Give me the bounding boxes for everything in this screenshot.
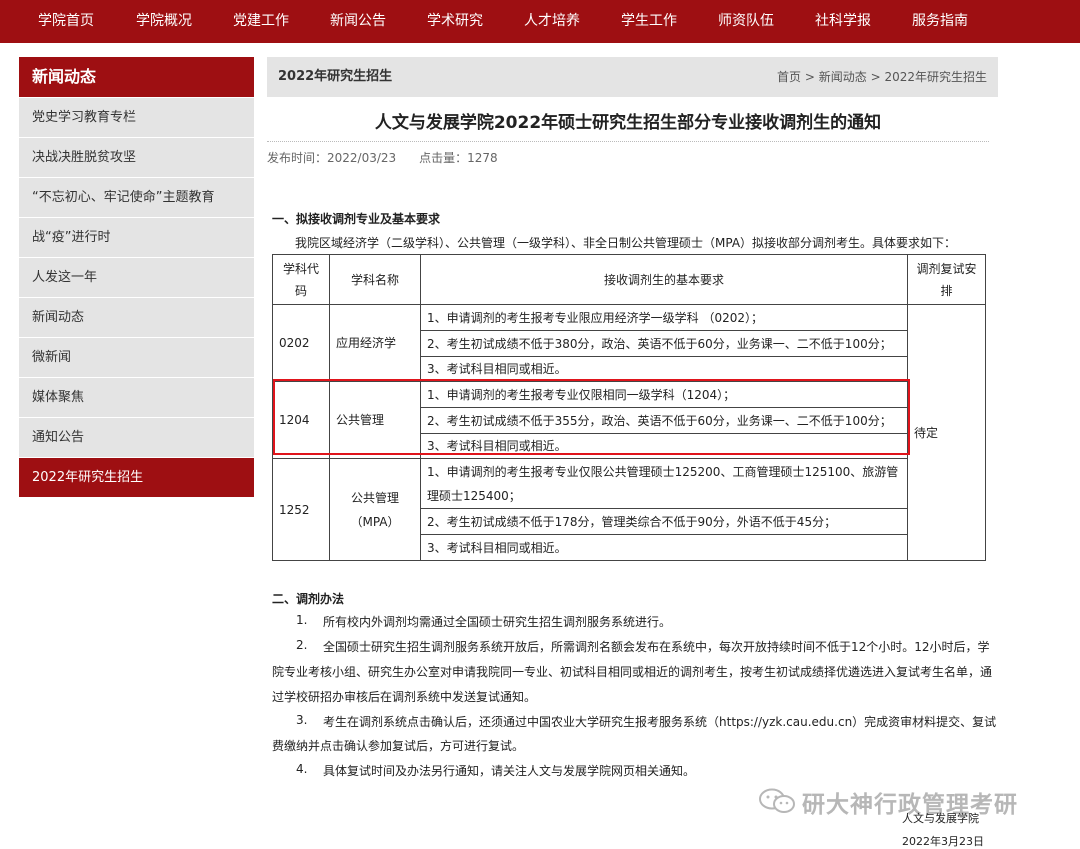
publish-label: 发布时间：: [267, 151, 328, 165]
item-number: 2.: [296, 638, 308, 652]
sidebar-item-poverty[interactable]: 决战决胜脱贫攻坚: [19, 137, 254, 177]
nav-overview[interactable]: 学院概况: [136, 0, 192, 43]
requirement: 1、申请调剂的考生报考专业仅限公共管理硕士125200、工商管理硕士125100…: [420, 458, 908, 509]
requirement: 2、考生初试成绩不低于178分，管理类综合不低于90分，外语不低于45分；: [420, 508, 908, 535]
top-nav: 学院首页 学院概况 党建工作 新闻公告 学术研究 人才培养 学生工作 师资队伍 …: [0, 0, 1080, 43]
item-number: 4.: [296, 762, 308, 776]
signature-date: 2022年3月23日: [902, 835, 984, 848]
requirement: 1、申请调剂的考生报考专业仅限相同一级学科（1204）；: [420, 381, 908, 408]
header-name: 学科名称: [329, 254, 421, 305]
wechat-icon: [759, 788, 795, 813]
sidebar-item-epidemic[interactable]: 战“疫”进行时: [19, 217, 254, 257]
sidebar-item-notices[interactable]: 通知公告: [19, 417, 254, 457]
nav-students[interactable]: 学生工作: [621, 0, 677, 43]
nav-training[interactable]: 人才培养: [524, 0, 580, 43]
requirement: 1、申请调剂的考生报考专业限应用经济学一级学科 （0202）；: [420, 304, 908, 331]
nav-faculty[interactable]: 师资队伍: [718, 0, 774, 43]
breadcrumb: 首页 > 新闻动态 > 2022年研究生招生: [777, 57, 987, 97]
table-row: 1204 公共管理 1、申请调剂的考生报考专业仅限相同一级学科（1204）；: [272, 381, 986, 459]
arrangement-value: 待定: [907, 304, 986, 561]
publish-date: 2022/03/23: [327, 151, 397, 165]
sidebar-heading: 新闻动态: [19, 57, 254, 97]
nav-news[interactable]: 新闻公告: [330, 0, 386, 43]
section-title: 2022年研究生招生: [278, 69, 393, 84]
header-arrangement: 调剂复试安排: [907, 254, 986, 305]
sidebar-item-year[interactable]: 人发这一年: [19, 257, 254, 297]
breadcrumb-separator: >: [870, 70, 881, 84]
subject-name: 公共管理（MPA）: [329, 458, 421, 561]
article-meta: 发布时间：2022/03/23 点击量：1278: [267, 149, 498, 166]
section1-intro: 我院区域经济学（二级学科）、公共管理（一级学科）、非全日制公共管理硕士（MPA）…: [295, 236, 957, 250]
clicks-label: 点击量：: [419, 151, 468, 165]
item-number: 1.: [296, 613, 308, 627]
header-requirements: 接收调剂生的基本要求: [420, 254, 908, 305]
item-number: 3.: [296, 713, 308, 727]
sidebar-item-media[interactable]: 媒体聚焦: [19, 377, 254, 417]
subject-code: 1204: [272, 381, 330, 459]
subject-code: 0202: [272, 304, 330, 382]
requirements-table: 学科代码 学科名称 接收调剂生的基本要求 调剂复试安排 0202 应用经济学 1…: [272, 254, 986, 561]
table-row: 1252 公共管理（MPA） 1、申请调剂的考生报考专业仅限公共管理硕士1252…: [272, 458, 986, 561]
subject-code: 1252: [272, 458, 330, 561]
subject-name: 应用经济学: [329, 304, 421, 382]
header-code: 学科代码: [272, 254, 330, 305]
nav-party[interactable]: 党建工作: [233, 0, 289, 43]
breadcrumb-bar: 2022年研究生招生 首页 > 新闻动态 > 2022年研究生招生: [267, 57, 998, 97]
sidebar-item-micro-news[interactable]: 微新闻: [19, 337, 254, 377]
nav-research[interactable]: 学术研究: [427, 0, 483, 43]
requirement: 2、考生初试成绩不低于380分，政治、英语不低于60分，业务课一、二不低于100…: [420, 330, 908, 357]
requirement: 3、考试科目相同或相近。: [420, 356, 908, 382]
item-text: 费缴纳并点击确认参加复试后，方可进行复试。: [272, 739, 525, 753]
breadcrumb-current[interactable]: 2022年研究生招生: [884, 70, 987, 84]
table-header-row: 学科代码 学科名称 接收调剂生的基本要求 调剂复试安排: [272, 254, 986, 305]
item-text: 过学校研招办审核后在调剂系统中发送复试通知。: [272, 690, 537, 704]
nav-journal[interactable]: 社科学报: [815, 0, 871, 43]
item-text: 考生在调剂系统点击确认后，还须通过中国农业大学研究生报考服务系统（https:/…: [323, 715, 997, 729]
breadcrumb-news[interactable]: 新闻动态: [819, 70, 867, 84]
item-text: 所有校内外调剂均需通过全国硕士研究生招生调剂服务系统进行。: [323, 615, 672, 629]
divider: [267, 141, 989, 142]
item-text: 院专业考核小组、研究生办公室对申请我院同一专业、初试科目相同或相近的调剂考生，按…: [272, 665, 993, 679]
article-title: 人文与发展学院2022年硕士研究生招生部分专业接收调剂生的通知: [374, 113, 882, 133]
requirement: 3、考试科目相同或相近。: [420, 433, 908, 459]
section2-heading: 二、调剂办法: [272, 592, 345, 606]
breadcrumb-separator: >: [804, 70, 815, 84]
click-count: 1278: [467, 151, 498, 165]
sidebar-item-news[interactable]: 新闻动态: [19, 297, 254, 337]
signature-org: 人文与发展学院: [902, 812, 979, 825]
breadcrumb-home[interactable]: 首页: [777, 70, 801, 84]
nav-services[interactable]: 服务指南: [912, 0, 968, 43]
item-text: 全国硕士研究生招生调剂服务系统开放后，所需调剂名额会发布在系统中，每次开放持续时…: [323, 640, 990, 654]
sidebar-item-mission[interactable]: “不忘初心、牢记使命”主题教育: [19, 177, 254, 217]
sidebar: 新闻动态 党史学习教育专栏 决战决胜脱贫攻坚 “不忘初心、牢记使命”主题教育 战…: [19, 57, 254, 497]
sidebar-item-admissions[interactable]: 2022年研究生招生: [19, 457, 254, 497]
section1-heading: 一、拟接收调剂专业及基本要求: [272, 212, 441, 226]
requirement: 3、考试科目相同或相近。: [420, 534, 908, 561]
item-text: 具体复试时间及办法另行通知，请关注人文与发展学院网页相关通知。: [323, 764, 696, 778]
nav-home[interactable]: 学院首页: [38, 0, 94, 43]
table-row: 0202 应用经济学 1、申请调剂的考生报考专业限应用经济学一级学科 （0202…: [272, 304, 986, 561]
sidebar-item-party-history[interactable]: 党史学习教育专栏: [19, 97, 254, 137]
subject-name: 公共管理: [329, 381, 421, 459]
requirement: 2、考生初试成绩不低于355分，政治、英语不低于60分，业务课一、二不低于100…: [420, 407, 908, 434]
